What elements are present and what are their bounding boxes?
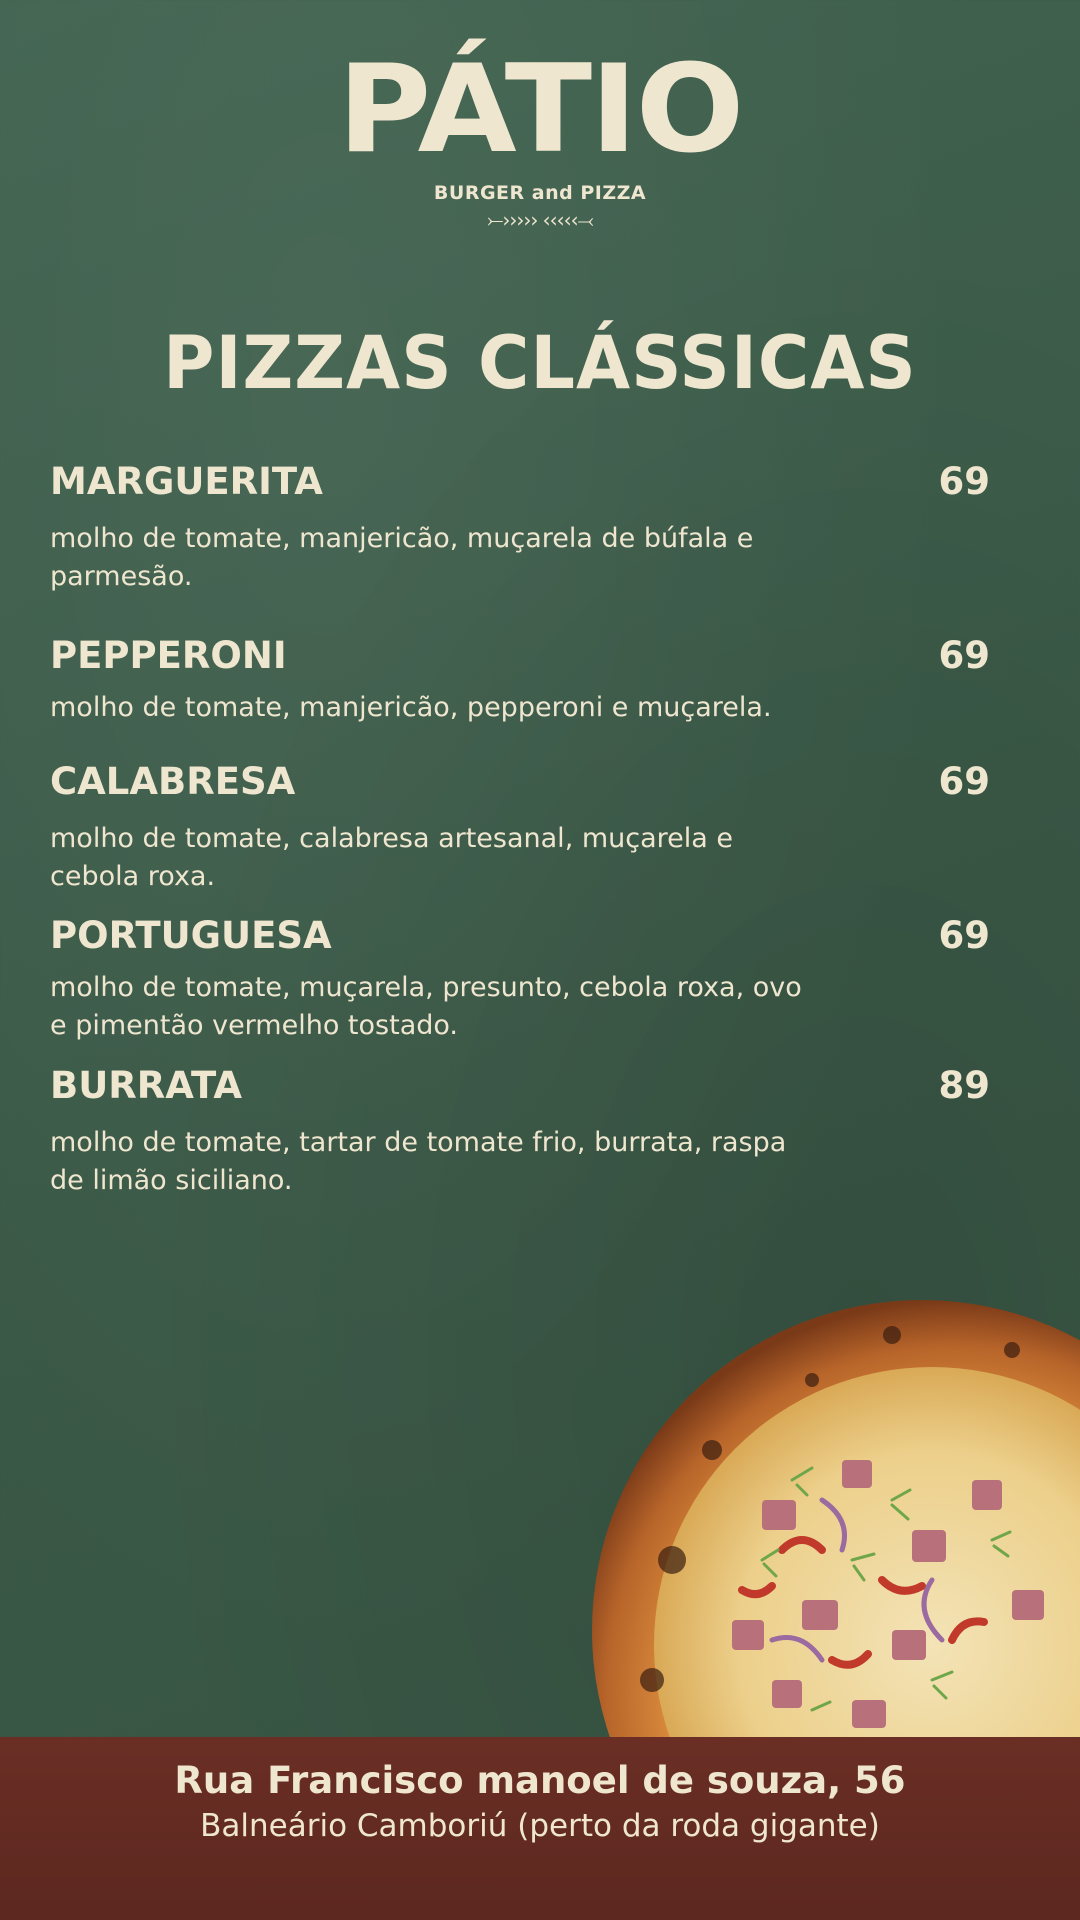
menu-item-name: CALABRESA [50, 760, 296, 803]
menu-item-description: molho de tomate, manjericão, muçarela de… [50, 523, 754, 592]
menu-item-description: molho de tomate, tartar de tomate frio, … [50, 1127, 787, 1196]
brand-ornament: ⤚››››› ‹‹‹‹‹⤙ [487, 208, 593, 232]
menu-item-description: molho de tomate, muçarela, presunto, ceb… [50, 972, 802, 1041]
menu-item-price: 69 [938, 914, 991, 957]
menu-item-description: molho de tomate, calabresa artesanal, mu… [50, 823, 734, 892]
menu-item-price: 69 [938, 760, 991, 803]
pizza-photo [592, 1300, 1080, 1740]
menu-item-name: PEPPERONI [50, 634, 287, 677]
address-footer: Rua Francisco manoel de souza, 56 Balneá… [0, 1737, 1080, 1920]
menu-item-price: 69 [938, 634, 991, 677]
menu-item-price: 69 [938, 460, 991, 503]
menu-item-name: PORTUGUESA [50, 914, 332, 957]
brand-tagline: BURGER and PIZZA [433, 182, 647, 204]
brand-name: PÁTIO [337, 38, 745, 181]
menu-item-description: molho de tomate, manjericão, pepperoni e… [50, 692, 772, 723]
section-title: PIZZAS CLÁSSICAS [163, 319, 917, 407]
menu-item-name: MARGUERITA [50, 460, 323, 503]
address-city: Balneário Camboriú (perto da roda gigant… [200, 1808, 880, 1844]
menu-item-price: 89 [938, 1064, 991, 1107]
menu-item-name: BURRATA [50, 1064, 242, 1107]
brand-logo: PÁTIO BURGER and PIZZA ⤚››››› ‹‹‹‹‹⤙ [0, 46, 1080, 232]
address-street: Rua Francisco manoel de souza, 56 [174, 1759, 906, 1802]
